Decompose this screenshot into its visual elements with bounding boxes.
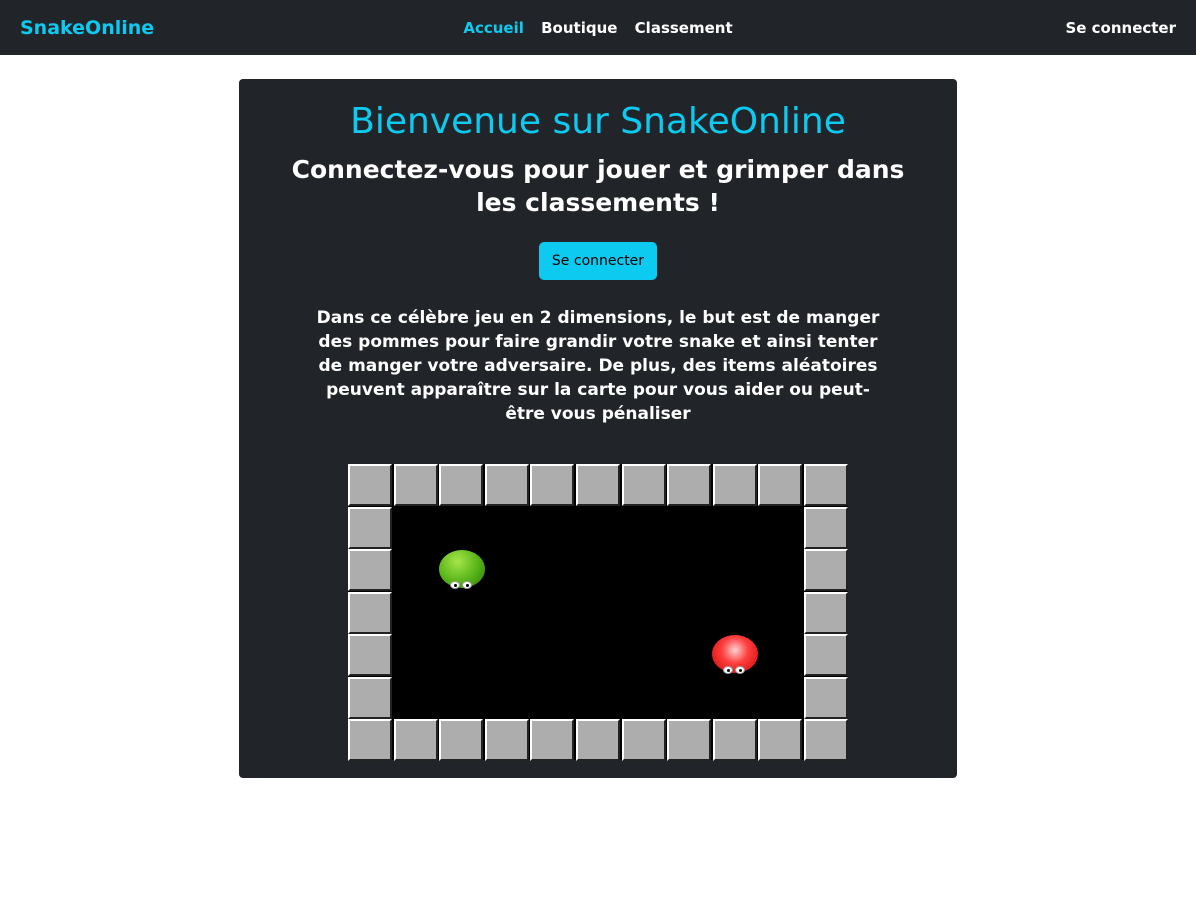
wall-tile <box>713 464 757 506</box>
eye-icon <box>723 666 733 674</box>
green-snake-head-icon <box>439 550 485 590</box>
wall-tile <box>576 464 620 506</box>
wall-tile <box>485 464 529 506</box>
wall-tile <box>758 464 802 506</box>
wall-tile <box>804 507 848 549</box>
wall-tile <box>804 677 848 719</box>
wall-tile <box>622 464 666 506</box>
wall-tile <box>530 719 574 761</box>
top-navbar: SnakeOnline Accueil Boutique Classement … <box>0 0 1196 55</box>
eye-icon <box>450 581 460 589</box>
page-title: Bienvenue sur SnakeOnline <box>350 101 846 142</box>
nav-link-classement[interactable]: Classement <box>635 19 733 37</box>
eye-icon <box>462 581 472 589</box>
wall-tile <box>804 634 848 676</box>
nav-link-accueil[interactable]: Accueil <box>463 19 524 37</box>
wall-tile <box>348 634 392 676</box>
wall-tile <box>804 719 848 761</box>
wall-tile <box>348 464 392 506</box>
wall-tile <box>622 719 666 761</box>
page-subtitle: Connectez-vous pour jouer et grimper dan… <box>291 155 905 217</box>
nav-link-boutique[interactable]: Boutique <box>541 19 617 37</box>
nav-links: Accueil Boutique Classement <box>0 17 1196 39</box>
wall-tile <box>348 592 392 634</box>
wall-tile <box>439 464 483 506</box>
red-snake-head-icon <box>712 635 758 675</box>
wall-tile <box>348 719 392 761</box>
wall-tile <box>804 464 848 506</box>
wall-tile <box>439 719 483 761</box>
wall-tile <box>804 592 848 634</box>
wall-tile <box>713 719 757 761</box>
eye-icon <box>735 666 745 674</box>
wall-tile <box>394 464 438 506</box>
wall-tile <box>394 719 438 761</box>
nav-login-link[interactable]: Se connecter <box>1065 17 1176 39</box>
wall-tile <box>530 464 574 506</box>
game-preview-board <box>348 464 848 761</box>
login-button[interactable]: Se connecter <box>539 242 657 280</box>
game-description: Dans ce célèbre jeu en 2 dimensions, le … <box>316 308 880 424</box>
wall-tile <box>576 719 620 761</box>
wall-tile <box>485 719 529 761</box>
wall-tile <box>758 719 802 761</box>
wall-tile <box>348 549 392 591</box>
wall-tile <box>348 677 392 719</box>
wall-tile <box>667 464 711 506</box>
welcome-card: Bienvenue sur SnakeOnline Connectez-vous… <box>239 79 957 778</box>
wall-tile <box>348 507 392 549</box>
wall-tile <box>804 549 848 591</box>
wall-tile <box>667 719 711 761</box>
